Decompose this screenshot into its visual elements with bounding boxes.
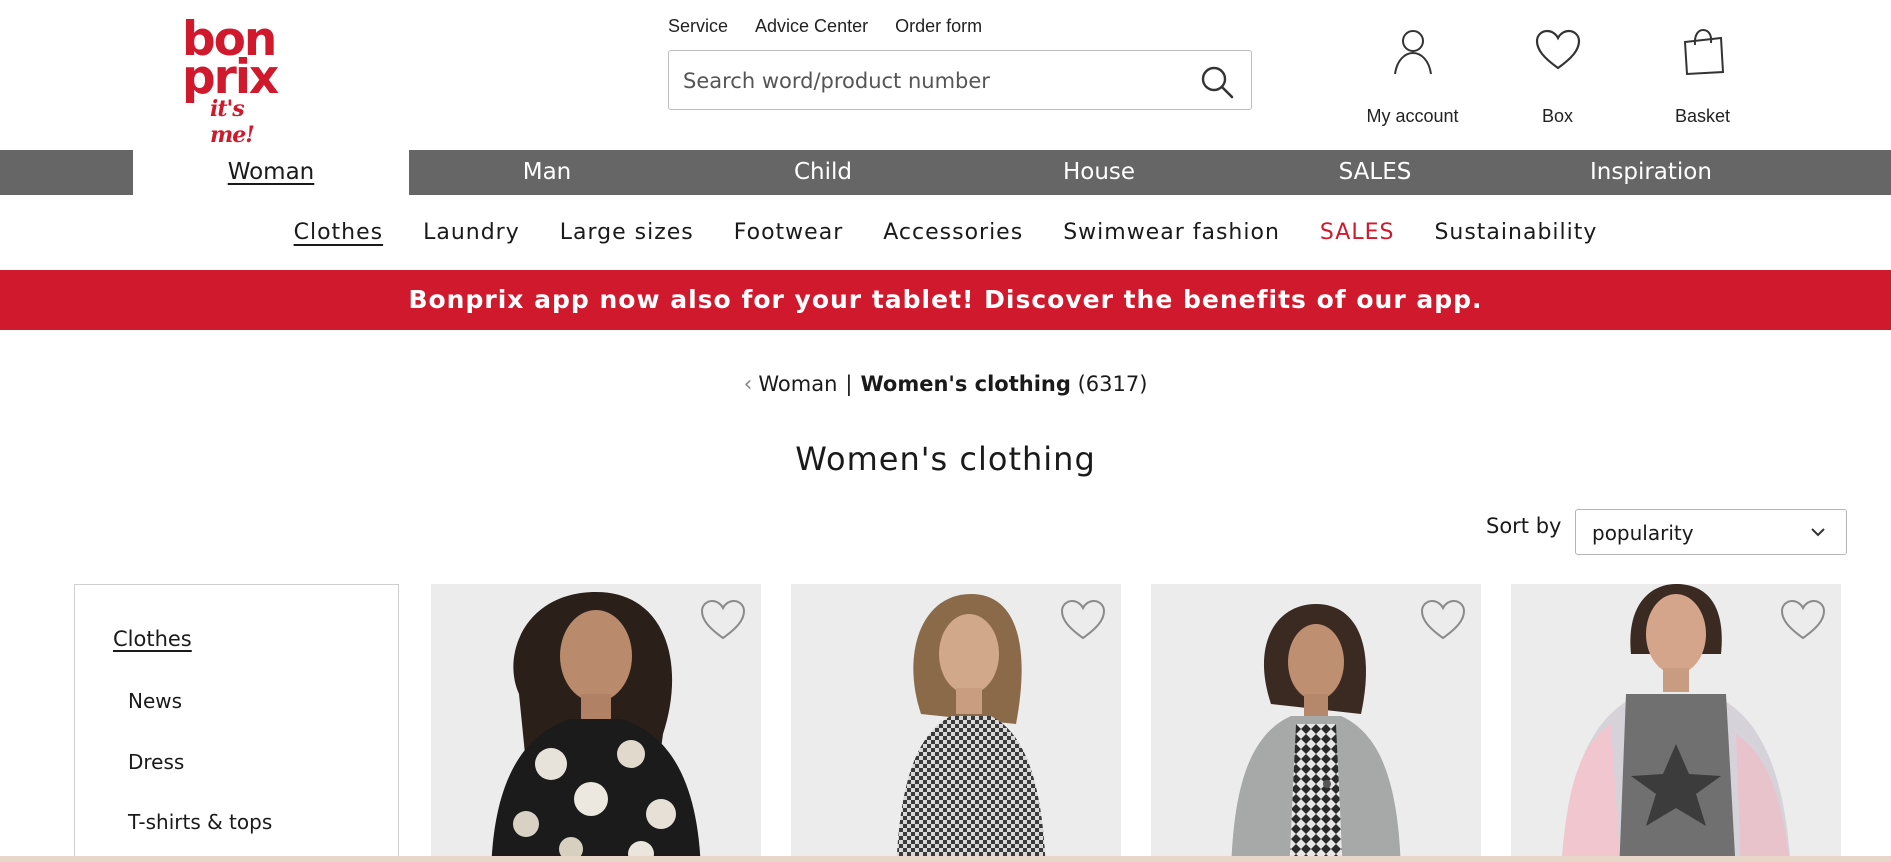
box-label: Box: [1541, 106, 1574, 126]
bonprix-logo[interactable]: bon prix it's me!: [178, 16, 288, 148]
sidebar-heading-clothes[interactable]: Clothes: [113, 627, 192, 651]
shopping-bag-icon: [1630, 28, 1775, 80]
sidebar-item-news[interactable]: News: [128, 689, 182, 713]
breadcrumb-separator: |: [845, 372, 853, 396]
subnav-clothes[interactable]: Clothes: [294, 220, 384, 245]
heart-icon[interactable]: [1779, 598, 1827, 642]
tab-sales[interactable]: SALES: [1237, 150, 1513, 195]
order-form-link[interactable]: Order form: [895, 16, 982, 37]
sidebar-item-t-shirts-tops[interactable]: T-shirts & tops: [128, 810, 272, 834]
site-header: bon prix it's me! Service Advice Center …: [0, 0, 1891, 150]
category-sidebar: Clothes News Dress T-shirts & tops: [74, 584, 399, 862]
tab-woman[interactable]: Woman: [133, 150, 409, 195]
product-card[interactable]: [1511, 584, 1841, 862]
service-links: Service Advice Center Order form: [668, 16, 982, 37]
breadcrumb-parent[interactable]: Woman: [758, 372, 837, 396]
product-card[interactable]: [1151, 584, 1481, 862]
breadcrumb-current: Women's clothing: [860, 372, 1071, 396]
breadcrumb: ‹ Woman | Women's clothing (6317): [0, 372, 1891, 397]
main-category-nav: Woman Man Child House SALES Inspiration: [0, 150, 1891, 195]
subnav-laundry[interactable]: Laundry: [423, 220, 520, 245]
subnav-footwear[interactable]: Footwear: [734, 220, 843, 245]
my-account-label: My account: [1366, 106, 1459, 126]
tab-man[interactable]: Man: [409, 150, 685, 195]
basket-button[interactable]: Basket: [1630, 28, 1775, 127]
logo-tagline: it's me!: [210, 96, 255, 148]
user-icon: [1340, 28, 1485, 80]
sort-selected-value: popularity: [1592, 521, 1694, 545]
page-title: Women's clothing: [795, 440, 1096, 478]
my-account-button[interactable]: My account: [1340, 28, 1485, 127]
heart-icon[interactable]: [699, 598, 747, 642]
heart-icon[interactable]: [1059, 598, 1107, 642]
product-card[interactable]: [431, 584, 761, 862]
subnav-large-sizes[interactable]: Large sizes: [560, 220, 694, 245]
page-bottom-edge: [0, 856, 1891, 862]
heart-icon[interactable]: [1419, 598, 1467, 642]
tab-child[interactable]: Child: [685, 150, 961, 195]
sidebar-item-dress[interactable]: Dress: [128, 750, 184, 774]
subnav-swimwear-fashion[interactable]: Swimwear fashion: [1063, 220, 1280, 245]
service-link[interactable]: Service: [668, 16, 728, 37]
header-actions: My account Box Basket: [1340, 28, 1775, 127]
search-icon[interactable]: [1199, 64, 1235, 100]
search-box: [668, 50, 1252, 110]
tab-house[interactable]: House: [961, 150, 1237, 195]
sort-label: Sort by: [1486, 514, 1562, 538]
subnav-sustainability[interactable]: Sustainability: [1434, 220, 1597, 245]
sort-select[interactable]: popularity: [1575, 509, 1847, 555]
chevron-down-icon: [1810, 524, 1826, 540]
app-promo-banner[interactable]: Bonprix app now also for your tablet! Di…: [0, 270, 1891, 330]
box-button[interactable]: Box: [1485, 28, 1630, 127]
logo-line-2: prix: [182, 50, 279, 105]
search-input[interactable]: [683, 63, 1163, 99]
product-card[interactable]: [791, 584, 1121, 862]
advice-center-link[interactable]: Advice Center: [755, 16, 868, 37]
basket-label: Basket: [1674, 106, 1731, 126]
chevron-left-icon: ‹: [743, 372, 753, 397]
subnav-accessories[interactable]: Accessories: [883, 220, 1023, 245]
heart-icon: [1485, 28, 1630, 80]
tab-inspiration[interactable]: Inspiration: [1513, 150, 1789, 195]
breadcrumb-count: (6317): [1077, 372, 1148, 396]
subnav-sales[interactable]: SALES: [1320, 220, 1395, 245]
sub-category-nav: Clothes Laundry Large sizes Footwear Acc…: [0, 195, 1891, 270]
